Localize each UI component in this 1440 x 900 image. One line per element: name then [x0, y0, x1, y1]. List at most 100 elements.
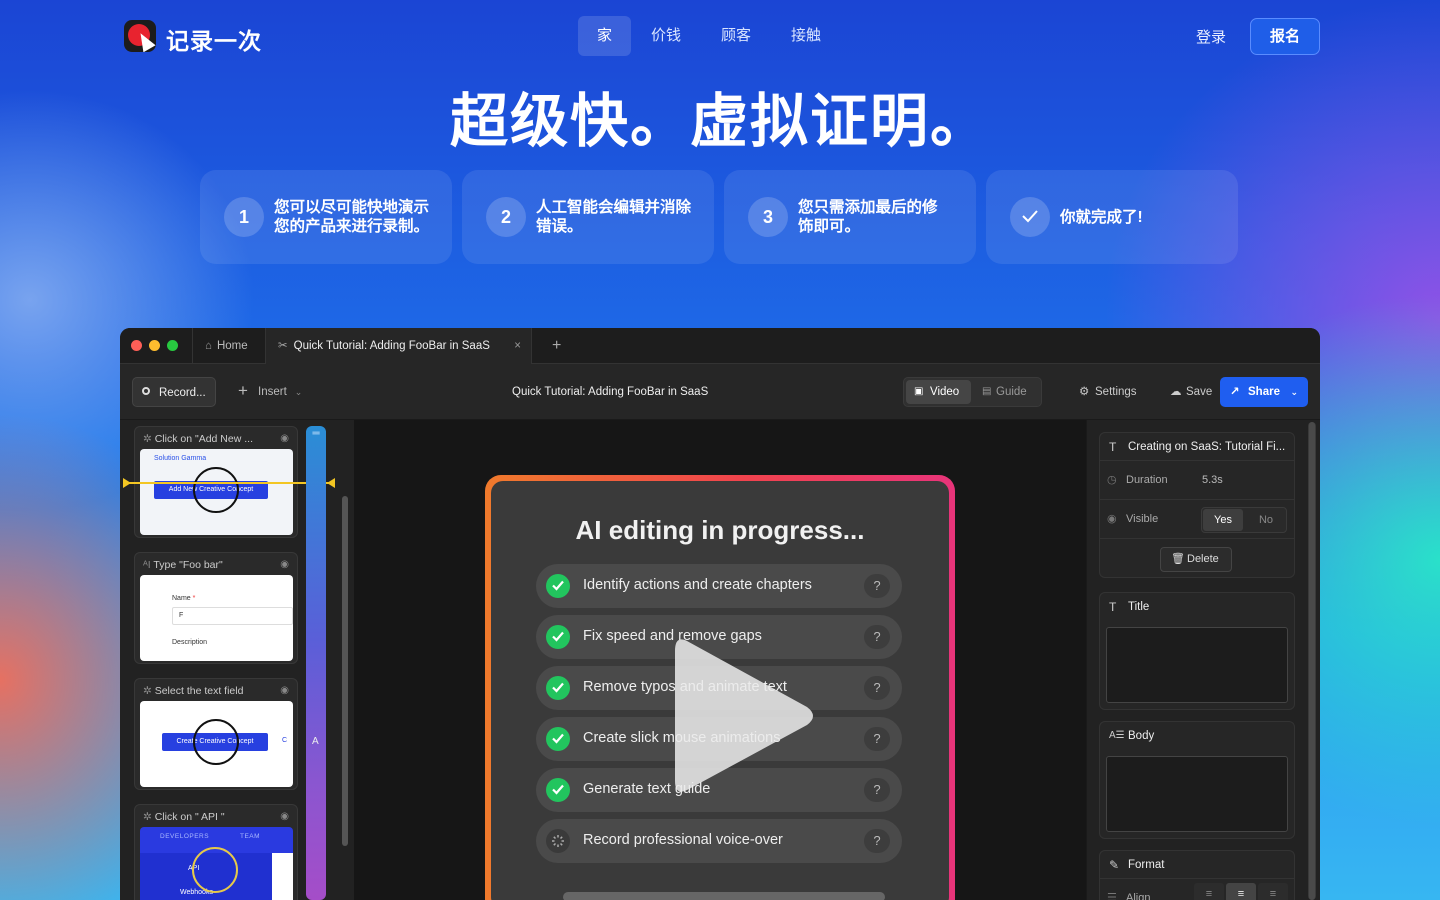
click-ring-icon — [192, 847, 238, 893]
help-icon[interactable]: ? — [864, 778, 890, 802]
body-textarea[interactable] — [1106, 756, 1288, 832]
clip-thumbnail: DEVELOPERS TEAM API Webhooks — [140, 827, 293, 900]
visible-yes-button[interactable]: Yes — [1203, 509, 1243, 531]
help-icon[interactable]: ? — [864, 676, 890, 700]
timeline-track[interactable] — [306, 426, 326, 900]
save-button[interactable]: ☁ Save — [1168, 377, 1212, 407]
settings-label: Settings — [1095, 386, 1137, 398]
clip-label: ✲ Click on " API " — [143, 811, 225, 823]
progress-bar — [563, 892, 885, 900]
ai-progress-card: AI editing in progress... Identify actio… — [485, 475, 955, 900]
clip-label-text: Click on " API " — [154, 811, 225, 823]
align-row: ☰ Align ≡ ≡ ≡ — [1100, 879, 1294, 900]
thumb-title: Solution Gamma — [154, 455, 207, 462]
login-link[interactable]: 登录 — [1196, 26, 1226, 47]
insert-label: Insert — [258, 386, 287, 398]
help-icon[interactable]: ? — [864, 574, 890, 598]
nav-pricing[interactable]: 价钱 — [631, 16, 701, 56]
body-label: Body — [1128, 730, 1155, 742]
gear-icon: ⚙ — [1079, 386, 1090, 398]
eye-icon[interactable]: ◉ — [280, 433, 289, 444]
format-header: ✎ Format — [1100, 851, 1294, 879]
delete-button[interactable]: 🗑 Delete — [1160, 547, 1232, 572]
check-icon — [546, 727, 570, 751]
delete-label: Delete — [1187, 553, 1219, 565]
close-window-icon[interactable] — [131, 340, 142, 351]
nav-customers[interactable]: 顾客 — [701, 16, 771, 56]
format-label: Format — [1128, 859, 1165, 871]
align-right-button[interactable]: ≡ — [1258, 883, 1288, 900]
nav-contact[interactable]: 接触 — [771, 16, 841, 56]
document-icon: ▤ — [982, 386, 992, 397]
playhead-right-handle[interactable] — [327, 478, 335, 488]
save-label: Save — [1186, 386, 1213, 398]
tab-home[interactable]: ⌂ Home — [192, 328, 266, 364]
align-center-button[interactable]: ≡ — [1226, 883, 1256, 900]
clips-sidebar: ✲ Click on "Add New ... ◉ Solution Gamma… — [120, 420, 354, 900]
play-icon[interactable] — [669, 633, 819, 802]
help-icon[interactable]: ? — [864, 727, 890, 751]
close-tab-icon[interactable]: × — [514, 328, 521, 364]
thumb-name-text: Name — [172, 595, 191, 602]
properties-scrollbar[interactable] — [1308, 422, 1316, 900]
video-icon: ▣ — [914, 386, 924, 397]
minimize-window-icon[interactable] — [149, 340, 160, 351]
tab-current-project[interactable]: ✂ Quick Tutorial: Adding FooBar in SaaS × — [266, 328, 532, 364]
clip-label: ✲ Select the text field — [143, 685, 243, 697]
chevron-down-icon: ⌄ — [1290, 387, 1298, 397]
brand-logo-icon[interactable] — [124, 20, 156, 52]
body-section: A☰ Body — [1099, 721, 1295, 839]
format-section: ✎ Format ☰ Align ≡ ≡ ≡ — [1099, 850, 1295, 900]
help-icon[interactable]: ? — [864, 829, 890, 853]
clock-icon: ◷ — [1107, 474, 1117, 486]
maximize-window-icon[interactable] — [167, 340, 178, 351]
cursor-click-icon: ✲ — [143, 811, 155, 823]
eye-icon[interactable]: ◉ — [280, 559, 289, 570]
progress-item-text: Identify actions and create chapters — [583, 577, 812, 593]
title-label: Title — [1128, 601, 1150, 613]
clip-card[interactable]: ✲ Select the text field ◉ Create Creativ… — [134, 678, 298, 790]
record-button[interactable]: Record... — [132, 377, 216, 407]
align-left-button[interactable]: ≡ — [1194, 883, 1224, 900]
progress-item: Record professional voice-over ? — [536, 819, 902, 863]
playhead-line[interactable] — [126, 482, 334, 484]
document-title: Quick Tutorial: Adding FooBar in SaaS — [512, 386, 709, 398]
guide-mode-button[interactable]: ▤ Guide — [982, 380, 1027, 404]
clips-scrollbar[interactable] — [342, 496, 348, 846]
clip-card[interactable]: ᴬI Type "Foo bar" ◉ Name * F Description — [134, 552, 298, 664]
top-nav: 记录一次 家 价钱 顾客 接触 登录 报名 — [0, 0, 1440, 72]
clip-card[interactable]: ✲ Click on " API " ◉ DEVELOPERS TEAM API… — [134, 804, 298, 900]
share-button[interactable]: ↗ Share ⌄ — [1220, 377, 1308, 407]
playhead-left-handle[interactable] — [123, 478, 131, 488]
eye-icon: ◉ — [1107, 513, 1117, 525]
step-text: 你就完成了! — [1060, 208, 1143, 226]
eye-icon[interactable]: ◉ — [280, 811, 289, 822]
brand-name[interactable]: 记录一次 — [166, 22, 262, 56]
visible-no-button[interactable]: No — [1246, 509, 1286, 531]
help-icon[interactable]: ? — [864, 625, 890, 649]
click-ring-icon — [193, 467, 239, 513]
settings-button[interactable]: ⚙ Settings — [1077, 377, 1137, 407]
clip-label: ᴬI Type "Foo bar" — [143, 559, 223, 571]
window-titlebar: ⌂ Home ✂ Quick Tutorial: Adding FooBar in … — [120, 328, 1320, 364]
visible-toggle: Yes No — [1201, 507, 1287, 533]
new-tab-button[interactable]: + — [540, 328, 561, 364]
step-text: 您只需添加最后的修饰即可。 — [798, 199, 938, 235]
check-icon — [546, 778, 570, 802]
cursor-click-icon: ✲ — [143, 433, 155, 445]
clip-label-text: Type "Foo bar" — [153, 559, 223, 571]
step-number: 1 — [224, 197, 264, 237]
signup-button[interactable]: 报名 — [1250, 18, 1320, 55]
insert-button[interactable]: Insert ⌄ — [236, 376, 302, 407]
check-icon — [546, 574, 570, 598]
title-textarea[interactable] — [1106, 627, 1288, 703]
clip-header: T Creating on SaaS: Tutorial Fi... — [1100, 433, 1294, 461]
video-mode-button[interactable]: ▣ Video — [906, 380, 971, 404]
app-window: ⌂ Home ✂ Quick Tutorial: Adding FooBar in … — [120, 328, 1320, 900]
duration-label: Duration — [1126, 474, 1168, 486]
eye-icon[interactable]: ◉ — [280, 685, 289, 696]
timeline-handle-icon[interactable]: ═ — [310, 429, 322, 440]
step-number: 2 — [486, 197, 526, 237]
brush-icon: ✎ — [1109, 858, 1120, 872]
nav-home[interactable]: 家 — [578, 16, 632, 56]
